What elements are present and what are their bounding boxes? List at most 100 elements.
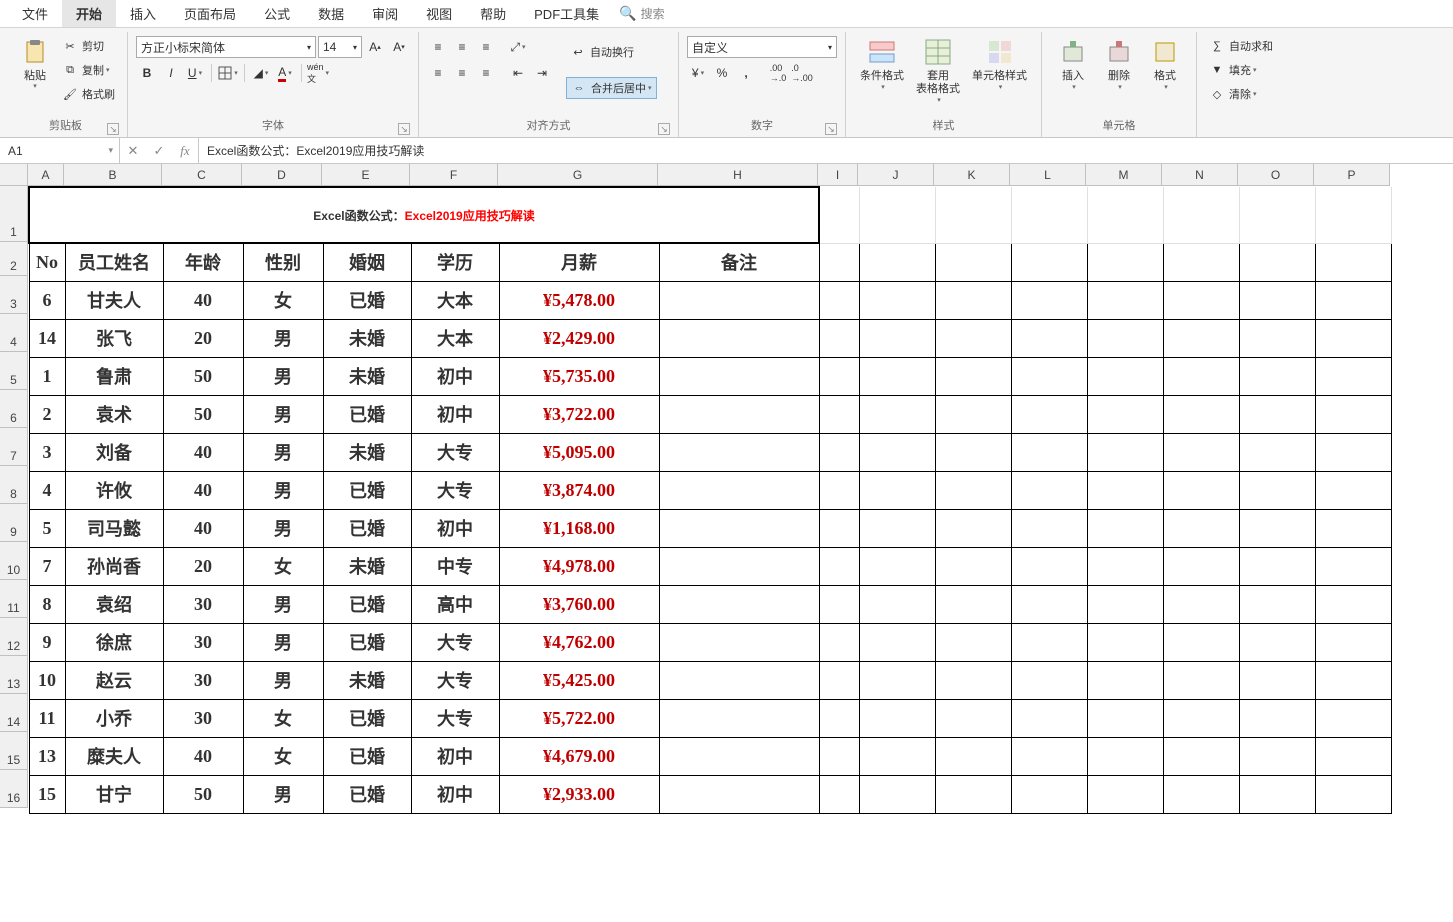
menu-item-审阅[interactable]: 审阅 <box>358 0 412 27</box>
data-cell[interactable] <box>659 509 819 547</box>
column-header-C[interactable]: C <box>162 164 242 186</box>
row-header-8[interactable]: 8 <box>0 466 28 504</box>
data-cell[interactable]: 30 <box>163 623 243 661</box>
header-cell[interactable]: 年龄 <box>163 243 243 281</box>
header-cell[interactable]: No <box>29 243 65 281</box>
column-headers[interactable]: ABCDEFGHIJKLMNOP <box>28 164 1390 186</box>
row-header-1[interactable]: 1 <box>0 186 28 242</box>
font-color-button[interactable]: A <box>274 62 296 84</box>
underline-button[interactable]: U <box>184 62 206 84</box>
data-cell[interactable]: 20 <box>163 547 243 585</box>
data-cell[interactable]: 14 <box>29 319 65 357</box>
data-cell[interactable]: 大专 <box>411 471 499 509</box>
cells-area[interactable]: Excel函数公式：Excel2019应用技巧解读No员工姓名年龄性别婚姻学历月… <box>28 186 1392 814</box>
data-cell[interactable]: 40 <box>163 737 243 775</box>
copy-button[interactable]: ⧉复制 <box>58 59 119 81</box>
row-header-10[interactable]: 10 <box>0 542 28 580</box>
align-right-button[interactable]: ≡ <box>475 62 497 84</box>
data-cell[interactable]: 初中 <box>411 509 499 547</box>
row-header-11[interactable]: 11 <box>0 580 28 618</box>
data-cell[interactable]: 已婚 <box>323 509 411 547</box>
column-header-J[interactable]: J <box>858 164 934 186</box>
menu-item-数据[interactable]: 数据 <box>304 0 358 27</box>
decrease-indent-button[interactable]: ⇤ <box>507 62 529 84</box>
data-cell[interactable]: 小乔 <box>65 699 163 737</box>
data-cell[interactable]: 司马懿 <box>65 509 163 547</box>
column-header-N[interactable]: N <box>1162 164 1238 186</box>
format-cells-button[interactable]: 格式 <box>1142 34 1188 93</box>
data-cell[interactable]: 15 <box>29 775 65 813</box>
data-cell[interactable]: 女 <box>243 547 323 585</box>
column-header-K[interactable]: K <box>934 164 1010 186</box>
menu-item-页面布局[interactable]: 页面布局 <box>170 0 250 27</box>
number-launcher-icon[interactable]: ↘ <box>825 123 837 135</box>
data-cell[interactable]: 7 <box>29 547 65 585</box>
column-header-E[interactable]: E <box>322 164 410 186</box>
data-cell[interactable]: 徐庶 <box>65 623 163 661</box>
row-header-6[interactable]: 6 <box>0 390 28 428</box>
comma-button[interactable]: , <box>735 62 757 84</box>
data-cell[interactable]: ¥5,722.00 <box>499 699 659 737</box>
data-cell[interactable]: 40 <box>163 281 243 319</box>
data-cell[interactable]: ¥4,978.00 <box>499 547 659 585</box>
data-cell[interactable]: ¥3,874.00 <box>499 471 659 509</box>
increase-indent-button[interactable]: ⇥ <box>531 62 553 84</box>
data-cell[interactable]: 男 <box>243 433 323 471</box>
data-cell[interactable]: 甘宁 <box>65 775 163 813</box>
data-cell[interactable]: ¥4,679.00 <box>499 737 659 775</box>
row-header-15[interactable]: 15 <box>0 732 28 770</box>
column-header-F[interactable]: F <box>410 164 498 186</box>
row-header-14[interactable]: 14 <box>0 694 28 732</box>
data-cell[interactable]: 50 <box>163 775 243 813</box>
cancel-formula-button[interactable]: ✕ <box>120 143 146 159</box>
font-launcher-icon[interactable]: ↘ <box>398 123 410 135</box>
data-cell[interactable]: 大本 <box>411 319 499 357</box>
data-cell[interactable] <box>659 319 819 357</box>
data-cell[interactable]: ¥5,478.00 <box>499 281 659 319</box>
data-cell[interactable]: ¥5,735.00 <box>499 357 659 395</box>
data-cell[interactable]: 40 <box>163 471 243 509</box>
data-cell[interactable]: 大专 <box>411 433 499 471</box>
data-cell[interactable]: 初中 <box>411 357 499 395</box>
data-cell[interactable]: 4 <box>29 471 65 509</box>
conditional-format-button[interactable]: 条件格式 <box>854 34 910 93</box>
bold-button[interactable]: B <box>136 62 158 84</box>
header-cell[interactable]: 备注 <box>659 243 819 281</box>
data-cell[interactable]: 袁术 <box>65 395 163 433</box>
phonetic-button[interactable]: wén文 <box>307 62 329 84</box>
header-cell[interactable]: 婚姻 <box>323 243 411 281</box>
row-header-2[interactable]: 2 <box>0 242 28 276</box>
align-middle-button[interactable]: ≡ <box>451 36 473 58</box>
data-cell[interactable]: 30 <box>163 661 243 699</box>
search-placeholder[interactable]: 搜索 <box>641 5 665 22</box>
data-cell[interactable] <box>659 471 819 509</box>
data-cell[interactable]: 男 <box>243 395 323 433</box>
name-box[interactable]: A1 <box>0 138 120 163</box>
data-cell[interactable]: 已婚 <box>323 623 411 661</box>
data-cell[interactable]: 初中 <box>411 737 499 775</box>
percent-button[interactable]: % <box>711 62 733 84</box>
insert-cells-button[interactable]: 插入 <box>1050 34 1096 93</box>
data-cell[interactable]: 鲁肃 <box>65 357 163 395</box>
format-as-table-button[interactable]: 套用 表格格式 <box>910 34 966 106</box>
column-header-D[interactable]: D <box>242 164 322 186</box>
data-cell[interactable]: 刘备 <box>65 433 163 471</box>
align-left-button[interactable]: ≡ <box>427 62 449 84</box>
select-all-corner[interactable] <box>0 164 28 186</box>
menu-item-文件[interactable]: 文件 <box>8 0 62 27</box>
data-cell[interactable]: 女 <box>243 737 323 775</box>
menu-item-公式[interactable]: 公式 <box>250 0 304 27</box>
data-cell[interactable]: 50 <box>163 357 243 395</box>
column-header-M[interactable]: M <box>1086 164 1162 186</box>
data-cell[interactable]: 6 <box>29 281 65 319</box>
data-cell[interactable]: 已婚 <box>323 699 411 737</box>
data-cell[interactable]: 1 <box>29 357 65 395</box>
data-cell[interactable]: 大本 <box>411 281 499 319</box>
merge-center-button[interactable]: ⇔合并后居中 <box>566 77 657 99</box>
title-cell[interactable]: Excel函数公式：Excel2019应用技巧解读 <box>29 187 819 243</box>
data-cell[interactable]: 未婚 <box>323 357 411 395</box>
row-header-16[interactable]: 16 <box>0 770 28 808</box>
clipboard-launcher-icon[interactable]: ↘ <box>107 123 119 135</box>
data-cell[interactable]: ¥1,168.00 <box>499 509 659 547</box>
data-cell[interactable]: 许攸 <box>65 471 163 509</box>
